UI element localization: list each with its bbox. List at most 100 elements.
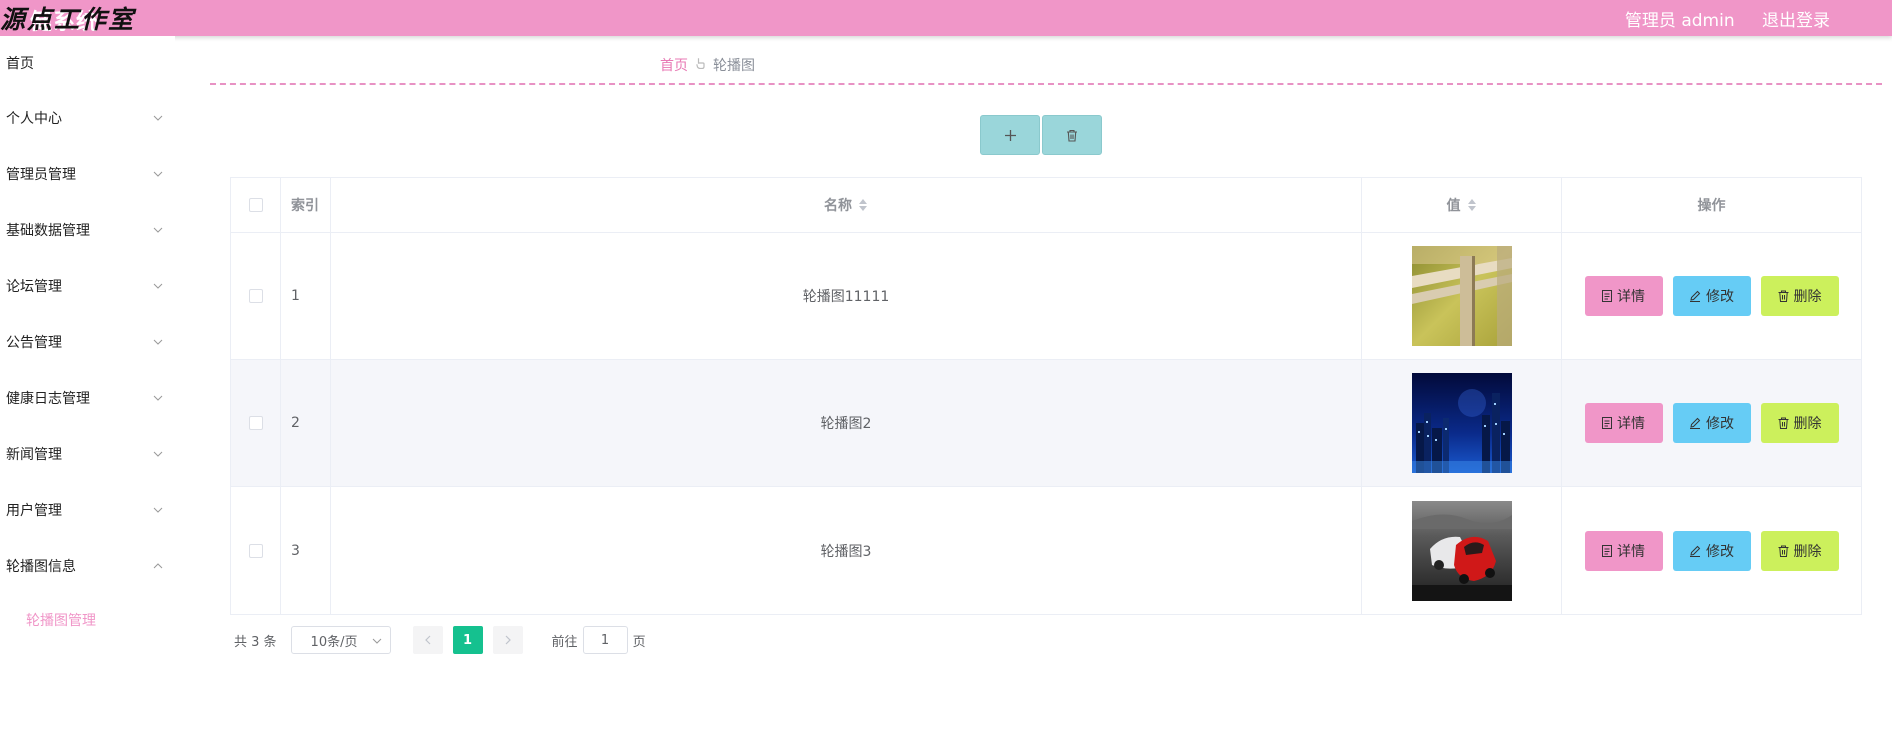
breadcrumb-divider bbox=[210, 83, 1882, 85]
sidebar-item-label: 管理员管理 bbox=[6, 167, 76, 183]
next-page-button[interactable] bbox=[492, 626, 523, 654]
row-actions: 详情 修改 删除 bbox=[1562, 360, 1861, 486]
logout-link[interactable]: 退出登录 bbox=[1762, 11, 1830, 31]
breadcrumb-current: 轮播图 bbox=[713, 58, 755, 74]
plus-icon bbox=[1004, 129, 1016, 141]
trash-icon bbox=[1778, 290, 1788, 302]
row-actions: 详情 修改 删除 bbox=[1562, 233, 1861, 359]
row-select-cell bbox=[231, 233, 281, 359]
column-header-name[interactable]: 名称 bbox=[331, 178, 1362, 232]
sidebar-item-notices[interactable]: 公告管理 bbox=[0, 314, 175, 370]
trash-icon bbox=[1778, 417, 1788, 429]
chevron-down-icon bbox=[153, 283, 163, 289]
hand-pointer-icon bbox=[696, 57, 705, 73]
chevron-down-icon bbox=[153, 171, 163, 177]
table-header-row: 索引 名称 值 操作 bbox=[231, 178, 1861, 233]
delete-button[interactable]: 删除 bbox=[1760, 530, 1839, 571]
sort-icon[interactable] bbox=[858, 198, 868, 212]
sidebar-item-users[interactable]: 用户管理 bbox=[0, 482, 175, 538]
page-number-button[interactable]: 1 bbox=[452, 626, 483, 654]
sidebar-menu: 首页 个人中心 管理员管理 基础数据管理 论坛管理 公告管理 健康日志管理 新闻… bbox=[0, 36, 175, 755]
sidebar-item-label: 新闻管理 bbox=[6, 447, 62, 463]
sidebar-item-base-data[interactable]: 基础数据管理 bbox=[0, 202, 175, 258]
chevron-down-icon bbox=[372, 638, 381, 644]
row-select-cell bbox=[231, 360, 281, 486]
sidebar-item-label: 个人中心 bbox=[6, 111, 62, 127]
row-checkbox[interactable] bbox=[248, 543, 263, 558]
breadcrumb-home[interactable]: 首页 bbox=[660, 55, 688, 75]
column-header-value-label: 值 bbox=[1446, 198, 1461, 214]
sidebar-item-label: 公告管理 bbox=[6, 335, 62, 351]
edit-button[interactable]: 修改 bbox=[1672, 530, 1751, 571]
sidebar-item-news[interactable]: 新闻管理 bbox=[0, 426, 175, 482]
delete-button-label: 删除 bbox=[1793, 543, 1822, 560]
sidebar-item-carousel[interactable]: 轮播图信息 bbox=[0, 538, 175, 594]
row-checkbox[interactable] bbox=[248, 416, 263, 430]
sidebar-item-profile[interactable]: 个人中心 bbox=[0, 90, 175, 146]
batch-delete-button[interactable] bbox=[1042, 115, 1102, 155]
studio-watermark: 源点工作室 bbox=[0, 5, 136, 34]
sidebar-item-home[interactable]: 首页 bbox=[0, 36, 175, 90]
sidebar-item-label: 首页 bbox=[6, 56, 34, 72]
city-night-photo[interactable] bbox=[1411, 373, 1512, 473]
select-all-checkbox[interactable] bbox=[248, 198, 263, 212]
goto-prefix: 前往 bbox=[551, 634, 578, 650]
delete-button[interactable]: 删除 bbox=[1760, 403, 1839, 443]
edit-button[interactable]: 修改 bbox=[1672, 276, 1751, 316]
chevron-left-icon bbox=[424, 635, 430, 645]
row-image-cell bbox=[1362, 487, 1562, 614]
document-icon bbox=[1602, 417, 1612, 429]
row-checkbox[interactable] bbox=[248, 289, 263, 303]
detail-button-label: 详情 bbox=[1617, 289, 1645, 305]
sidebar-item-label: 用户管理 bbox=[6, 503, 62, 519]
column-header-actions: 操作 bbox=[1697, 198, 1726, 214]
document-icon bbox=[1602, 544, 1612, 557]
sidebar-item-label: 论坛管理 bbox=[6, 279, 62, 295]
chevron-down-icon bbox=[153, 115, 163, 121]
delete-button[interactable]: 删除 bbox=[1760, 276, 1839, 316]
chevron-down-icon bbox=[153, 227, 163, 233]
goto-suffix: 页 bbox=[632, 634, 646, 650]
sidebar-subitem-carousel-manage[interactable]: 轮播图管理 bbox=[0, 594, 175, 646]
edit-button[interactable]: 修改 bbox=[1672, 403, 1751, 443]
chevron-right-icon bbox=[505, 635, 511, 645]
pencil-icon bbox=[1690, 417, 1701, 429]
sidebar-item-forum[interactable]: 论坛管理 bbox=[0, 258, 175, 314]
fence-photo[interactable] bbox=[1411, 246, 1512, 346]
edit-button-label: 修改 bbox=[1706, 289, 1734, 305]
delete-button-label: 删除 bbox=[1793, 289, 1822, 305]
row-name: 轮播图11111 bbox=[331, 233, 1362, 359]
trash-icon bbox=[1067, 129, 1077, 142]
column-header-index: 索引 bbox=[281, 178, 331, 232]
pencil-icon bbox=[1690, 545, 1701, 557]
sidebar-item-label: 基础数据管理 bbox=[6, 223, 90, 239]
add-button[interactable] bbox=[980, 115, 1040, 155]
row-image-cell bbox=[1362, 233, 1562, 359]
sports-cars-photo[interactable] bbox=[1411, 500, 1512, 601]
detail-button[interactable]: 详情 bbox=[1584, 276, 1663, 316]
chevron-down-icon bbox=[153, 339, 163, 345]
pagination: 共 3 条 10条/页 1 前往 1 页 bbox=[234, 626, 646, 654]
detail-button[interactable]: 详情 bbox=[1584, 530, 1663, 571]
sidebar-item-health-log[interactable]: 健康日志管理 bbox=[0, 370, 175, 426]
column-header-value[interactable]: 值 bbox=[1362, 178, 1562, 232]
pencil-icon bbox=[1690, 290, 1701, 302]
top-header: 健系统 源点工作室 管理员 admin 退出登录 bbox=[0, 0, 1892, 36]
sidebar-item-admins[interactable]: 管理员管理 bbox=[0, 146, 175, 202]
sidebar-subitem-label: 轮播图管理 bbox=[26, 613, 96, 629]
chevron-down-icon bbox=[153, 395, 163, 401]
page-size-select[interactable]: 10条/页 bbox=[290, 626, 391, 654]
column-header-name-label: 名称 bbox=[824, 198, 852, 214]
chevron-down-icon bbox=[153, 507, 163, 513]
carousel-table: 索引 名称 值 操作 1 轮播图11111 详情 修改 删除 2 轮播图2 详情… bbox=[230, 177, 1862, 615]
goto-page-input[interactable]: 1 bbox=[582, 626, 628, 654]
sort-icon[interactable] bbox=[1467, 198, 1477, 212]
row-image-cell bbox=[1362, 360, 1562, 486]
row-name: 轮播图3 bbox=[331, 487, 1362, 614]
page-size-value: 10条/页 bbox=[310, 634, 358, 650]
prev-page-button[interactable] bbox=[412, 626, 443, 654]
row-index: 2 bbox=[281, 360, 331, 486]
detail-button[interactable]: 详情 bbox=[1584, 403, 1663, 443]
table-toolbar bbox=[980, 115, 1102, 155]
delete-button-label: 删除 bbox=[1793, 416, 1822, 432]
